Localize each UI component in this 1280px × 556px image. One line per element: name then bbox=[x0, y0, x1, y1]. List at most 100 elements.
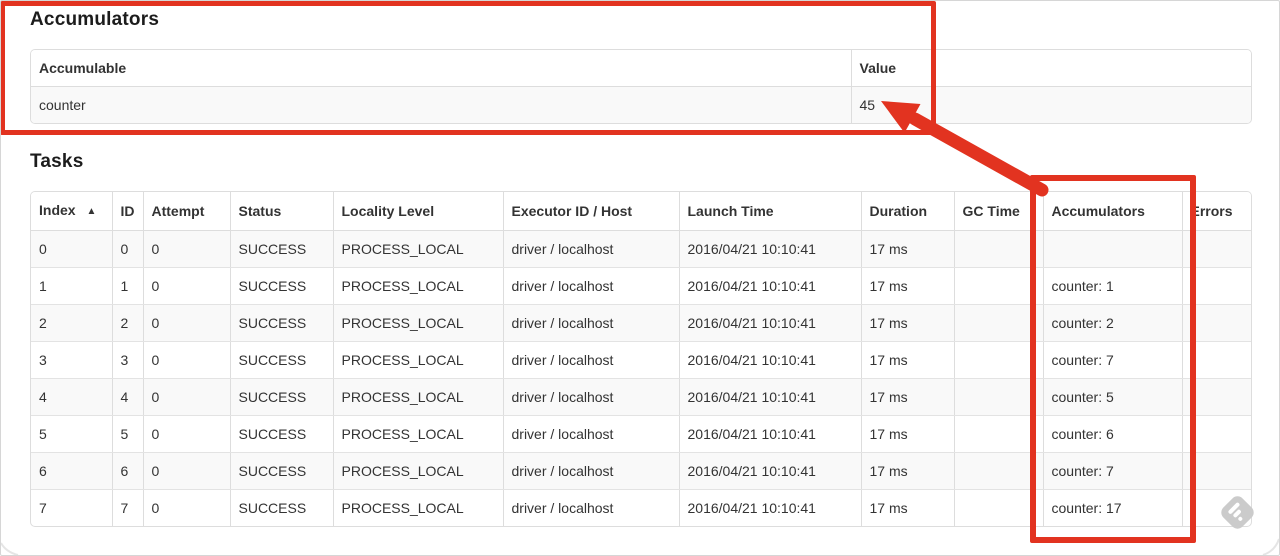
task-cell-attempt: 0 bbox=[143, 378, 231, 416]
column-header-duration[interactable]: Duration bbox=[861, 192, 955, 231]
task-row: 5 5 0 SUCCESS PROCESS_LOCAL driver / localhos… bbox=[31, 415, 1251, 453]
task-cell-status: SUCCESS bbox=[230, 415, 334, 453]
task-cell-executor-id-host: driver / localhost bbox=[503, 341, 680, 379]
task-cell-attempt: 0 bbox=[143, 452, 231, 490]
task-cell-launch-time: 2016/04/21 10:10:41 bbox=[679, 489, 862, 526]
task-cell-duration: 17 ms bbox=[861, 341, 955, 379]
task-row: 7 7 0 SUCCESS PROCESS_LOCAL driver / localhos… bbox=[31, 489, 1251, 526]
task-cell-errors bbox=[1182, 341, 1251, 379]
sort-ascending-icon: ▲ bbox=[86, 206, 97, 217]
task-cell-duration: 17 ms bbox=[861, 452, 955, 490]
task-cell-accumulators: counter: 6 bbox=[1043, 415, 1183, 453]
task-cell-index: 3 bbox=[31, 341, 113, 379]
task-cell-status: SUCCESS bbox=[230, 452, 334, 490]
task-cell-id: 6 bbox=[112, 452, 144, 490]
task-cell-accumulators bbox=[1043, 230, 1183, 268]
task-cell-locality-level: PROCESS_LOCAL bbox=[333, 452, 504, 490]
page-curl-bottom-right bbox=[1262, 538, 1280, 556]
task-cell-executor-id-host: driver / localhost bbox=[503, 378, 680, 416]
task-cell-status: SUCCESS bbox=[230, 378, 334, 416]
task-cell-index: 1 bbox=[31, 267, 113, 305]
task-cell-status: SUCCESS bbox=[230, 304, 334, 342]
task-row: 1 1 0 SUCCESS PROCESS_LOCAL driver / localhos… bbox=[31, 267, 1251, 305]
task-row: 3 3 0 SUCCESS PROCESS_LOCAL driver / localhos… bbox=[31, 341, 1251, 379]
annotation-arrow-shaft bbox=[908, 112, 1049, 197]
column-header-value: Value bbox=[851, 50, 1251, 87]
task-cell-index: 7 bbox=[31, 489, 113, 526]
task-cell-gc-time bbox=[954, 452, 1044, 490]
column-header-index[interactable]: Index ▲ bbox=[31, 192, 113, 231]
task-cell-gc-time bbox=[954, 230, 1044, 268]
task-cell-locality-level: PROCESS_LOCAL bbox=[333, 378, 504, 416]
task-cell-executor-id-host: driver / localhost bbox=[503, 304, 680, 342]
column-header-locality-level[interactable]: Locality Level bbox=[333, 192, 504, 231]
task-cell-duration: 17 ms bbox=[861, 489, 955, 526]
task-cell-index: 0 bbox=[31, 230, 113, 268]
accumulators-header-row: Accumulable Value bbox=[31, 50, 1251, 87]
column-header-errors[interactable]: Errors bbox=[1182, 192, 1251, 231]
task-cell-executor-id-host: driver / localhost bbox=[503, 230, 680, 268]
task-cell-accumulators: counter: 5 bbox=[1043, 378, 1183, 416]
tasks-table-body: 0 0 0 SUCCESS PROCESS_LOCAL driver / localhos… bbox=[31, 230, 1251, 526]
task-cell-locality-level: PROCESS_LOCAL bbox=[333, 341, 504, 379]
task-cell-attempt: 0 bbox=[143, 267, 231, 305]
column-header-id[interactable]: ID bbox=[112, 192, 144, 231]
task-cell-gc-time bbox=[954, 304, 1044, 342]
column-header-gc-time[interactable]: GC Time bbox=[954, 192, 1044, 231]
tasks-section-title: Tasks bbox=[30, 151, 84, 172]
task-cell-gc-time bbox=[954, 415, 1044, 453]
task-cell-index: 5 bbox=[31, 415, 113, 453]
task-cell-index: 2 bbox=[31, 304, 113, 342]
task-cell-attempt: 0 bbox=[143, 230, 231, 268]
task-cell-errors bbox=[1182, 415, 1251, 453]
accumulators-table: Accumulable Value counter 45 bbox=[30, 49, 1252, 124]
task-cell-errors bbox=[1182, 230, 1251, 268]
task-cell-accumulators: counter: 2 bbox=[1043, 304, 1183, 342]
task-cell-launch-time: 2016/04/21 10:10:41 bbox=[679, 267, 862, 305]
task-cell-launch-time: 2016/04/21 10:10:41 bbox=[679, 230, 862, 268]
task-cell-status: SUCCESS bbox=[230, 267, 334, 305]
task-cell-errors bbox=[1182, 452, 1251, 490]
task-cell-duration: 17 ms bbox=[861, 378, 955, 416]
task-row: 2 2 0 SUCCESS PROCESS_LOCAL driver / localhos… bbox=[31, 304, 1251, 342]
task-cell-errors bbox=[1182, 267, 1251, 305]
task-cell-gc-time bbox=[954, 489, 1044, 526]
task-cell-launch-time: 2016/04/21 10:10:41 bbox=[679, 452, 862, 490]
task-cell-locality-level: PROCESS_LOCAL bbox=[333, 230, 504, 268]
task-cell-launch-time: 2016/04/21 10:10:41 bbox=[679, 378, 862, 416]
task-cell-id: 5 bbox=[112, 415, 144, 453]
task-cell-locality-level: PROCESS_LOCAL bbox=[333, 267, 504, 305]
task-cell-accumulators: counter: 17 bbox=[1043, 489, 1183, 526]
task-cell-gc-time bbox=[954, 378, 1044, 416]
task-cell-status: SUCCESS bbox=[230, 489, 334, 526]
task-cell-index: 6 bbox=[31, 452, 113, 490]
task-cell-duration: 17 ms bbox=[861, 415, 955, 453]
task-cell-id: 0 bbox=[112, 230, 144, 268]
watermark-stripe bbox=[1236, 516, 1243, 522]
task-cell-id: 1 bbox=[112, 267, 144, 305]
accumulable-row: counter 45 bbox=[31, 86, 1251, 123]
task-cell-launch-time: 2016/04/21 10:10:41 bbox=[679, 341, 862, 379]
column-header-launch-time[interactable]: Launch Time bbox=[679, 192, 862, 231]
task-row: 0 0 0 SUCCESS PROCESS_LOCAL driver / localhos… bbox=[31, 230, 1251, 268]
column-header-executor-id-host[interactable]: Executor ID / Host bbox=[503, 192, 680, 231]
task-cell-gc-time bbox=[954, 341, 1044, 379]
task-cell-executor-id-host: driver / localhost bbox=[503, 267, 680, 305]
task-cell-attempt: 0 bbox=[143, 489, 231, 526]
task-cell-launch-time: 2016/04/21 10:10:41 bbox=[679, 415, 862, 453]
column-header-status[interactable]: Status bbox=[230, 192, 334, 231]
task-cell-id: 7 bbox=[112, 489, 144, 526]
task-cell-locality-level: PROCESS_LOCAL bbox=[333, 415, 504, 453]
tasks-table: Index ▲ ID Attempt Status Locality Level… bbox=[30, 191, 1252, 527]
accumulators-section-title: Accumulators bbox=[30, 9, 160, 30]
task-cell-executor-id-host: driver / localhost bbox=[503, 452, 680, 490]
column-header-attempt[interactable]: Attempt bbox=[143, 192, 231, 231]
task-row: 6 6 0 SUCCESS PROCESS_LOCAL driver / localhos… bbox=[31, 452, 1251, 490]
column-header-label: Index bbox=[39, 202, 76, 218]
task-cell-duration: 17 ms bbox=[861, 267, 955, 305]
task-cell-locality-level: PROCESS_LOCAL bbox=[333, 489, 504, 526]
task-cell-launch-time: 2016/04/21 10:10:41 bbox=[679, 304, 862, 342]
column-header-accumulators[interactable]: Accumulators bbox=[1043, 192, 1183, 231]
accumulable-value-cell: 45 bbox=[851, 86, 1251, 123]
task-cell-duration: 17 ms bbox=[861, 304, 955, 342]
